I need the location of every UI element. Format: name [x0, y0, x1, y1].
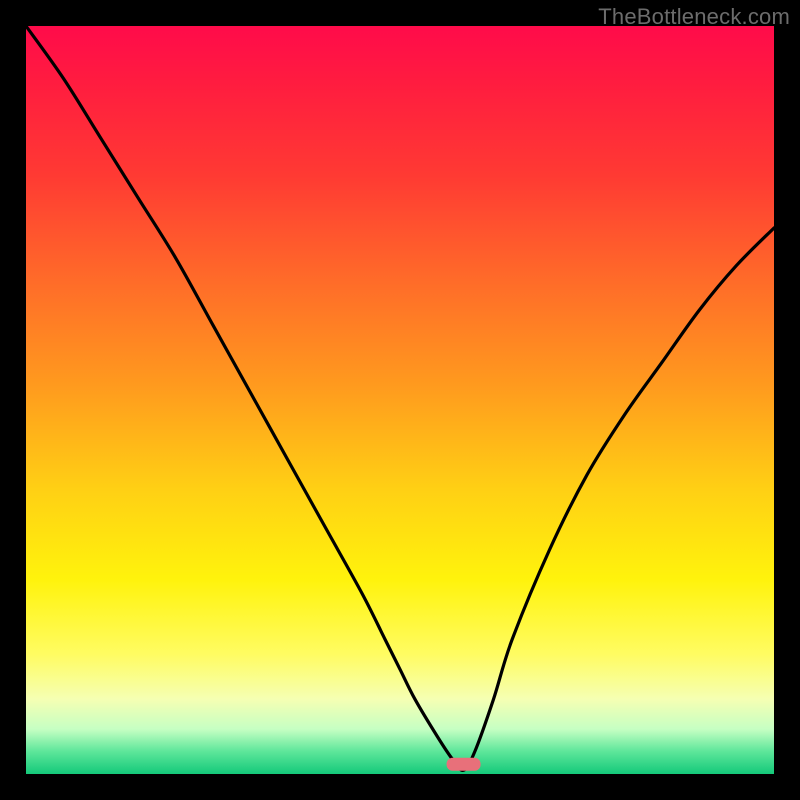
plot-area: [26, 26, 774, 774]
curve-svg: [26, 26, 774, 774]
watermark-text: TheBottleneck.com: [598, 4, 790, 30]
chart-frame: TheBottleneck.com: [0, 0, 800, 800]
bottleneck-curve: [26, 26, 774, 770]
minimum-marker: [447, 758, 481, 771]
